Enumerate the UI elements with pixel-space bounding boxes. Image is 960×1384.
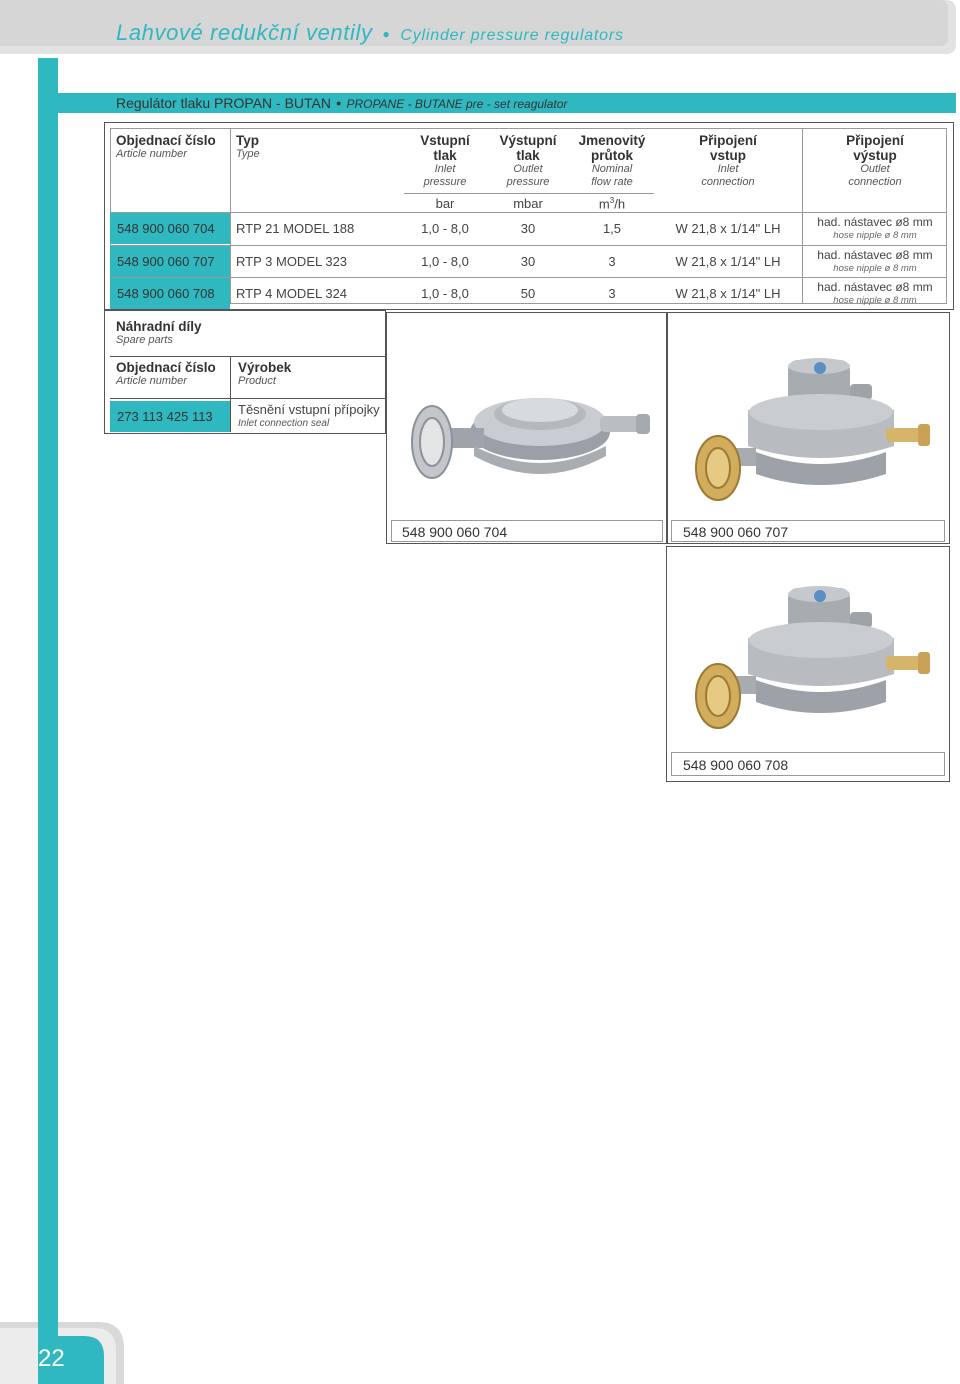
units-divider xyxy=(404,193,654,194)
row-article: 548 900 060 707 xyxy=(117,254,215,269)
header-inlet-connection: Připojení vstup Inlet connection xyxy=(699,133,757,188)
spare-divider xyxy=(110,398,386,399)
unit-outlet: mbar xyxy=(513,196,543,211)
col-divider xyxy=(802,128,803,304)
header-article: Objednací číslo Article number xyxy=(116,133,216,160)
unit-flow: m3/h xyxy=(598,196,626,212)
title-en: Cylinder pressure regulators xyxy=(400,27,624,44)
header-type: Typ Type xyxy=(236,133,260,160)
row-type: RTP 3 MODEL 323 xyxy=(236,254,348,269)
photo-caption: 548 900 060 708 xyxy=(683,757,789,773)
photo-caption: 548 900 060 707 xyxy=(683,524,789,540)
row-outlet: 30 xyxy=(520,221,536,236)
row-outlet-connection: had. nástavec ø8 mm hose nipple ø 8 mm xyxy=(817,248,933,274)
spare-divider xyxy=(110,356,386,357)
side-stripe xyxy=(38,58,58,1384)
spare-col-divider xyxy=(230,357,231,432)
title-cz: Lahvové redukční ventily xyxy=(116,20,373,45)
header-outlet-connection: Připojení výstup Outlet connection xyxy=(846,133,904,188)
spare-parts-title: Náhradní díly Spare parts xyxy=(116,319,202,346)
spare-header-product: Výrobek Product xyxy=(238,360,292,387)
row-inlet-connection: W 21,8 x 1/14" LH xyxy=(675,254,781,269)
section-title: Regulátor tlaku PROPAN - BUTAN ● PROPANE -… xyxy=(116,95,567,111)
row-inlet-connection: W 21,8 x 1/14" LH xyxy=(675,221,781,236)
row-flow: 1,5 xyxy=(602,221,622,236)
row-inlet-connection: W 21,8 x 1/14" LH xyxy=(675,286,781,301)
row-outlet-connection: had. nástavec ø8 mm hose nipple ø 8 mm xyxy=(817,280,933,306)
row-outlet-connection: had. nástavec ø8 mm hose nipple ø 8 mm xyxy=(817,215,933,241)
page-title: Lahvové redukční ventily ● Cylinder pressu… xyxy=(116,20,624,46)
bullet-icon: ● xyxy=(336,98,342,108)
row-inlet: 1,0 - 8,0 xyxy=(421,286,469,301)
section-title-cz: Regulátor tlaku PROPAN - BUTAN xyxy=(116,95,331,111)
row-inlet: 1,0 - 8,0 xyxy=(421,254,469,269)
spare-row-product: Těsnění vstupní přípojky Inlet connectio… xyxy=(238,402,380,429)
header-outlet-pressure: Výstupní tlak Outlet pressure xyxy=(499,133,557,188)
photo-caption: 548 900 060 704 xyxy=(402,524,508,540)
row-inlet: 1,0 - 8,0 xyxy=(421,221,469,236)
page-number: 22 xyxy=(38,1345,65,1372)
unit-inlet: bar xyxy=(435,196,455,211)
row-outlet: 50 xyxy=(520,286,536,301)
row-outlet: 30 xyxy=(520,254,536,269)
row-flow: 3 xyxy=(608,254,616,269)
regulator-image xyxy=(411,398,650,479)
header-flow-rate: Jmenovitý průtok Nominal flow rate xyxy=(578,133,646,188)
header-divider xyxy=(110,212,947,213)
bullet-icon: ● xyxy=(382,27,391,41)
regulator-image xyxy=(695,358,930,501)
row-article: 548 900 060 704 xyxy=(117,221,215,236)
row-type: RTP 21 MODEL 188 xyxy=(236,221,355,236)
row-article: 548 900 060 708 xyxy=(117,286,215,301)
row-type: RTP 4 MODEL 324 xyxy=(236,286,348,301)
col-divider xyxy=(230,128,231,304)
spare-header-article: Objednací číslo Article number xyxy=(116,360,216,387)
row-divider xyxy=(110,245,947,246)
regulator-image xyxy=(695,586,930,729)
header-inlet-pressure: Vstupní tlak Inlet pressure xyxy=(420,133,470,188)
spare-row-article: 273 113 425 113 xyxy=(117,409,213,424)
row-divider xyxy=(110,277,947,278)
section-title-en: PROPANE - BUTANE pre - set reagulator xyxy=(346,97,568,111)
row-flow: 3 xyxy=(608,286,616,301)
